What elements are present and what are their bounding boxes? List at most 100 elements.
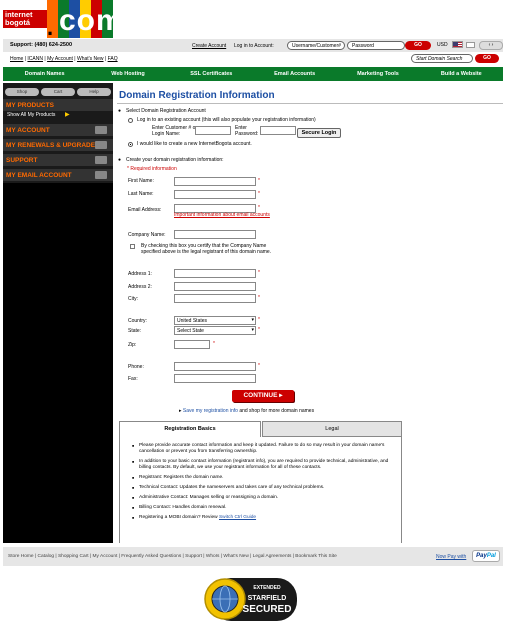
country-select[interactable]: United States <box>174 316 256 325</box>
create-account-link[interactable]: Create Account <box>192 43 226 49</box>
nav-web-hosting[interactable]: Web Hosting <box>86 67 169 81</box>
required-marker: * <box>258 327 260 333</box>
tab-cart[interactable]: Cart <box>41 88 75 96</box>
whats-new-link[interactable]: What's New <box>77 56 104 62</box>
list-item: Administrative Contact: Manages selling … <box>132 495 391 501</box>
show-all-products-link[interactable]: Show All My Products <box>7 112 55 118</box>
icann-link[interactable]: ICANN <box>27 56 43 62</box>
company-name-label: Company Name: <box>128 232 166 238</box>
nav-ssl-certificates[interactable]: SSL Certificates <box>170 67 253 81</box>
list-item: Registrant: Registers the domain name. <box>132 475 391 481</box>
continue-button[interactable]: CONTINUE ▸ <box>232 390 294 402</box>
language-select[interactable] <box>466 42 475 48</box>
save-registration-link[interactable]: Save my registration info <box>183 408 238 414</box>
customer-number-input[interactable] <box>195 126 231 135</box>
sidebar-support[interactable]: SUPPORT <box>3 154 113 166</box>
list-item: Registering a MOBI domain? Review Switch… <box>132 515 391 521</box>
sidebar-my-products[interactable]: MY PRODUCTS <box>3 99 113 111</box>
last-name-input[interactable] <box>174 190 256 199</box>
my-account-link[interactable]: My Account <box>47 56 73 62</box>
password-input[interactable]: Password <box>347 41 405 50</box>
required-marker: * <box>258 191 260 197</box>
nav-domain-names[interactable]: Domain Names <box>3 67 86 81</box>
sidebar-my-account[interactable]: MY ACCOUNT <box>3 124 113 136</box>
nav-email-accounts[interactable]: Email Accounts <box>253 67 336 81</box>
create-new-radio[interactable] <box>128 142 133 147</box>
us-flag-icon <box>452 41 463 48</box>
seal-top-text: EXTENDED <box>253 585 281 591</box>
paypal-logo[interactable]: PayPal <box>472 550 500 562</box>
select-account-heading: Select Domain Registration Account <box>126 108 206 114</box>
last-name-label: Last Name: <box>128 191 154 197</box>
sidebar-support-label: SUPPORT <box>6 157 38 164</box>
sidebar-tabs: Shop Cart Help <box>5 88 111 96</box>
address1-input[interactable] <box>174 269 256 278</box>
main-nav: Domain Names Web Hosting SSL Certificate… <box>3 67 503 81</box>
site-logo[interactable]: internet bogotá . com <box>3 0 123 40</box>
seal-mid-text: STARFIELD <box>248 595 287 602</box>
envelope-icon <box>95 171 107 179</box>
page-nav-arrows[interactable]: ‹ › <box>479 41 503 50</box>
address2-label: Address 2: <box>128 284 152 290</box>
tab-registration-basics[interactable]: Registration Basics <box>119 421 261 437</box>
tab-help[interactable]: Help <box>77 88 111 96</box>
sidebar-renewals[interactable]: MY RENEWALS & UPGRADES <box>3 139 113 151</box>
switch-guide-link[interactable]: Switch Ctrl Guide <box>219 515 256 520</box>
company-name-input[interactable] <box>174 230 256 239</box>
certify-checkbox[interactable] <box>130 244 135 249</box>
secure-login-button[interactable]: Secure Login <box>297 128 341 138</box>
fax-input[interactable] <box>174 374 256 383</box>
required-marker: * <box>258 295 260 301</box>
fax-label: Fax: <box>128 376 138 382</box>
starfield-secured-seal[interactable]: EXTENDED STARFIELD SECURED <box>203 576 299 623</box>
domain-search-input[interactable]: Start Domain Search <box>411 54 473 63</box>
list-item: Technical Contact: Updates the nameserve… <box>132 485 391 491</box>
tab-shop[interactable]: Shop <box>5 88 39 96</box>
zip-label: Zip: <box>128 342 137 348</box>
email-warning-link[interactable]: Important information about email accoun… <box>174 212 270 218</box>
login-existing-radio[interactable] <box>128 118 133 123</box>
first-name-input[interactable] <box>174 177 256 186</box>
tab-legal[interactable]: Legal <box>262 421 402 437</box>
sidebar-renewals-label: MY RENEWALS & UPGRADES <box>6 142 100 149</box>
search-go-button[interactable]: GO <box>475 54 499 63</box>
registration-basics-panel: Please provide accurate contact informat… <box>119 437 402 543</box>
required-marker: * <box>258 317 260 323</box>
city-input[interactable] <box>174 294 256 303</box>
seal-bottom-text: SECURED <box>243 604 292 615</box>
home-link[interactable]: Home <box>10 56 23 62</box>
username-input[interactable]: Username/Customer# <box>287 41 345 50</box>
basics-list: Please provide accurate contact informat… <box>132 443 391 521</box>
state-select[interactable]: Select State <box>174 326 256 335</box>
sidebar: Shop Cart Help MY PRODUCTS Show All My P… <box>3 83 113 543</box>
login-go-button[interactable]: GO <box>405 41 431 50</box>
nav-build-website[interactable]: Build a Website <box>420 67 503 81</box>
email-label: Email Address: <box>128 207 162 213</box>
page-title: Domain Registration Information <box>119 90 275 101</box>
login-password-label: Enter Password: <box>235 125 259 137</box>
person-icon <box>95 126 107 134</box>
nav-marketing-tools[interactable]: Marketing Tools <box>336 67 419 81</box>
main-content: Domain Registration Information ● Select… <box>117 83 503 543</box>
address2-input[interactable] <box>174 282 256 291</box>
logo-com: com <box>59 4 124 37</box>
create-new-label: I would like to create a new InternetBog… <box>137 141 252 147</box>
bullet-icon: ● <box>118 108 122 114</box>
footer-links[interactable]: Store Home | Catalog | Shopping Cart | M… <box>8 554 337 559</box>
create-reg-heading: Create your domain registration informat… <box>126 157 224 163</box>
required-info-note: * Required information <box>127 166 177 172</box>
login-password-input[interactable] <box>260 126 296 135</box>
zip-input[interactable] <box>174 340 210 349</box>
logo-text: internet bogotá <box>3 10 47 28</box>
city-label: City: <box>128 296 138 302</box>
phone-input[interactable] <box>174 362 256 371</box>
currency-label: USD <box>437 42 448 48</box>
breadcrumb: Home | ICANN | My Account | What's New |… <box>10 56 118 62</box>
logo-dot: . <box>47 15 54 40</box>
sidebar-my-account-label: MY ACCOUNT <box>6 127 50 134</box>
logo-line-2: bogotá <box>5 18 30 27</box>
paypal-logo-pal: Pal <box>486 553 496 559</box>
faq-link[interactable]: FAQ <box>108 56 118 62</box>
sidebar-email[interactable]: MY EMAIL ACCOUNT <box>3 169 113 181</box>
paypal-label[interactable]: Now Pay with <box>436 554 466 560</box>
